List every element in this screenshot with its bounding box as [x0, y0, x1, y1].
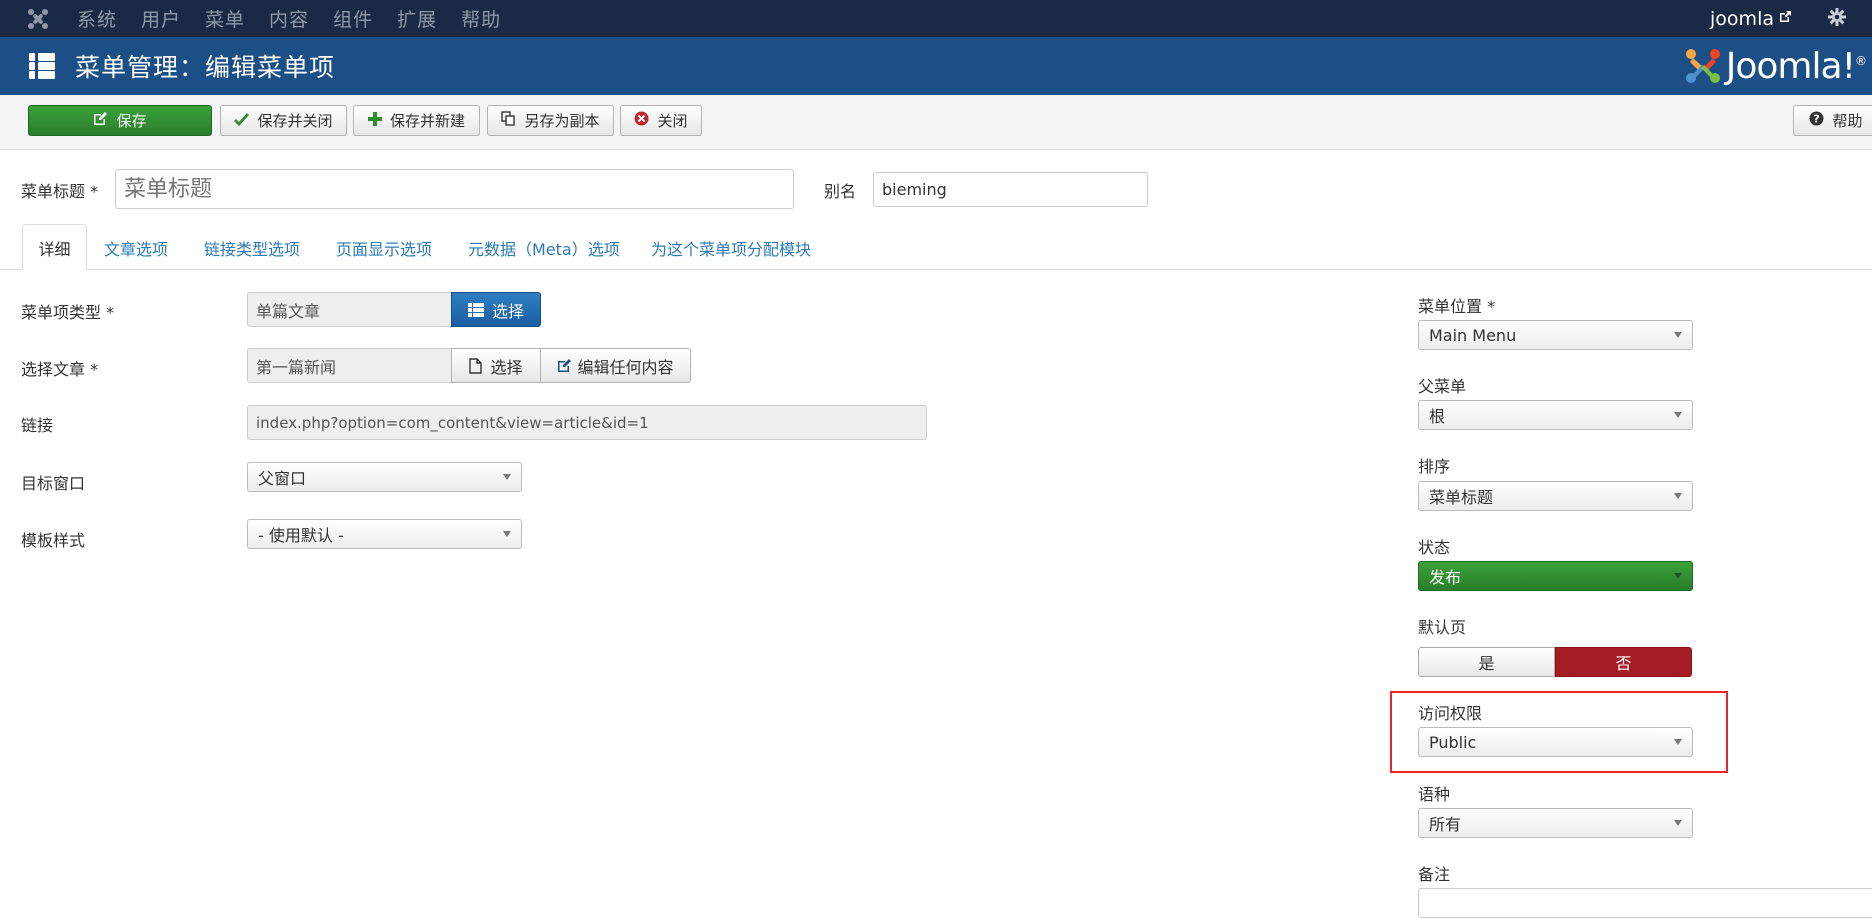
- note-label: 备注: [1418, 865, 1451, 884]
- parent-select[interactable]: 根: [1418, 400, 1693, 430]
- language-label: 语种: [1418, 785, 1451, 804]
- joomla-logo-icon[interactable]: [18, 0, 58, 37]
- caret-down-icon: [1674, 493, 1682, 499]
- top-menu-help[interactable]: 帮助: [461, 5, 501, 32]
- caret-down-icon: [503, 531, 511, 537]
- save-new-label: 保存并新建: [389, 112, 465, 130]
- help-button[interactable]: ? 帮助: [1793, 105, 1872, 136]
- check-icon: [234, 112, 250, 130]
- article-edit-button[interactable]: 编辑任何内容: [540, 348, 691, 383]
- note-input[interactable]: [1418, 888, 1872, 918]
- copy-icon: [501, 111, 516, 130]
- caret-down-icon: [1674, 573, 1682, 579]
- site-link[interactable]: joomla: [1710, 8, 1792, 30]
- question-icon: ?: [1809, 111, 1824, 130]
- default-toggle: 是 否: [1418, 647, 1692, 677]
- close-label: 关闭: [657, 112, 688, 130]
- edit-icon: [557, 358, 572, 373]
- access-label: 访问权限: [1418, 704, 1483, 723]
- alias-input[interactable]: bieming: [873, 172, 1148, 207]
- title-input[interactable]: [115, 169, 794, 209]
- top-menu: 系统 用户 菜单 内容 组件 扩展 帮助: [77, 5, 525, 32]
- caret-down-icon: [1674, 820, 1682, 826]
- target-select[interactable]: 父窗口: [247, 462, 522, 492]
- tab-bar: 详细 文章选项 链接类型选项 页面显示选项 元数据（Meta）选项 为这个菜单项…: [0, 224, 1872, 271]
- svg-text:?: ?: [1814, 113, 1820, 126]
- type-value: 单篇文章: [247, 292, 452, 327]
- top-menu-content[interactable]: 内容: [269, 5, 309, 32]
- page-title: 菜单管理：编辑菜单项: [75, 53, 336, 82]
- caret-down-icon: [1674, 739, 1682, 745]
- site-name: joomla: [1710, 7, 1774, 30]
- external-link-icon: [1779, 10, 1792, 27]
- edit-icon: [93, 111, 108, 130]
- target-label: 目标窗口: [21, 474, 86, 493]
- default-no-button[interactable]: 否: [1555, 647, 1692, 677]
- default-yes-button[interactable]: 是: [1418, 647, 1555, 677]
- top-menu-extensions[interactable]: 扩展: [397, 5, 437, 32]
- template-label: 模板样式: [21, 531, 86, 550]
- order-select[interactable]: 菜单标题: [1418, 481, 1693, 511]
- article-value: 第一篇新闻: [247, 348, 452, 383]
- access-select[interactable]: Public: [1418, 727, 1693, 757]
- top-menu-system[interactable]: 系统: [77, 5, 117, 32]
- default-label: 默认页: [1418, 618, 1467, 637]
- caret-down-icon: [1674, 332, 1682, 338]
- link-label: 链接: [21, 416, 54, 435]
- caret-down-icon: [503, 474, 511, 480]
- page-header: 菜单管理：编辑菜单项 Joomla!®: [0, 37, 1872, 95]
- status-label: 状态: [1418, 538, 1451, 557]
- tab-metadata[interactable]: 元数据（Meta）选项: [468, 224, 620, 271]
- link-value: index.php?option=com_content&view=articl…: [247, 405, 927, 440]
- type-select-button[interactable]: 选择: [451, 292, 541, 327]
- top-menu-users[interactable]: 用户: [141, 5, 181, 32]
- toolbar: 保存 保存并关闭 保存并新建 另存为副本 关闭 ? 帮助: [0, 95, 1872, 150]
- help-label: 帮助: [1832, 112, 1863, 130]
- menu-label: 菜单位置 *: [1418, 297, 1496, 316]
- top-navbar: 系统 用户 菜单 内容 组件 扩展 帮助 joomla: [0, 0, 1872, 37]
- menu-list-icon: [29, 53, 55, 79]
- save-copy-label: 另存为副本: [524, 112, 600, 130]
- gear-icon[interactable]: [1828, 7, 1846, 31]
- list-icon: [467, 302, 484, 317]
- brand-text: Joomla!®: [1725, 45, 1867, 87]
- article-label: 选择文章 *: [21, 360, 99, 379]
- save-copy-button[interactable]: 另存为副本: [487, 105, 614, 136]
- save-label: 保存: [116, 112, 147, 130]
- order-label: 排序: [1418, 457, 1451, 476]
- tab-link-type-options[interactable]: 链接类型选项: [204, 224, 300, 271]
- plus-icon: [367, 111, 382, 130]
- save-new-button[interactable]: 保存并新建: [353, 105, 480, 136]
- type-label: 菜单项类型 *: [21, 303, 115, 322]
- save-close-label: 保存并关闭: [257, 112, 333, 130]
- alias-value: bieming: [882, 180, 947, 199]
- joomla-brand: Joomla!®: [1684, 41, 1867, 91]
- title-label: 菜单标题 *: [21, 182, 99, 201]
- tab-article-options[interactable]: 文章选项: [104, 224, 168, 271]
- joomla-brand-icon: [1685, 49, 1720, 83]
- article-select-button[interactable]: 选择: [451, 348, 541, 383]
- parent-label: 父菜单: [1418, 377, 1467, 396]
- caret-down-icon: [1674, 412, 1682, 418]
- file-icon: [469, 357, 483, 374]
- tab-page-display[interactable]: 页面显示选项: [336, 224, 432, 271]
- template-select[interactable]: - 使用默认 -: [247, 519, 522, 549]
- close-button[interactable]: 关闭: [620, 105, 702, 136]
- alias-label: 别名: [824, 182, 857, 201]
- language-select[interactable]: 所有: [1418, 808, 1693, 838]
- status-select[interactable]: 发布: [1418, 561, 1693, 591]
- top-menu-components[interactable]: 组件: [333, 5, 373, 32]
- tab-details[interactable]: 详细: [22, 224, 87, 271]
- save-button[interactable]: 保存: [28, 105, 212, 136]
- top-menu-menus[interactable]: 菜单: [205, 5, 245, 32]
- cancel-icon: [634, 111, 649, 130]
- menu-select[interactable]: Main Menu: [1418, 320, 1693, 350]
- save-close-button[interactable]: 保存并关闭: [220, 105, 347, 136]
- tab-module-assignment[interactable]: 为这个菜单项分配模块: [651, 224, 811, 271]
